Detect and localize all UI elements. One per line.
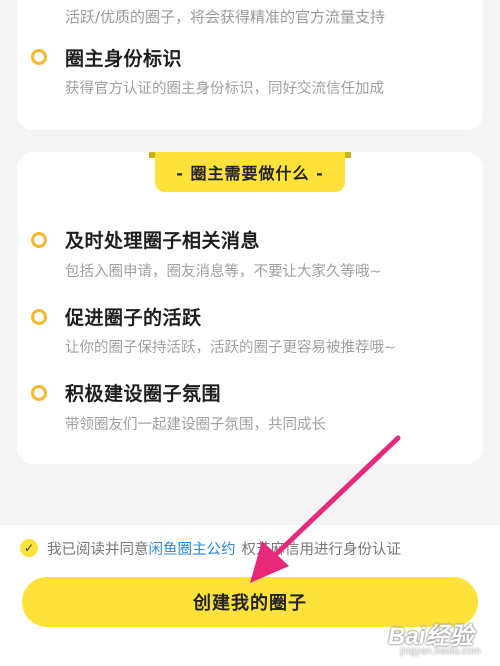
- benefit-title: 圈主身份标识: [65, 48, 183, 70]
- agree-checkbox[interactable]: ✓: [20, 539, 38, 557]
- watermark-sub: jingyan.baidu.com: [400, 646, 481, 657]
- duties-banner: - 圈主需要做什么 -: [149, 152, 351, 192]
- duty-desc: 带领圈友们一起建设圈子氛围，共同成长: [65, 417, 326, 433]
- duties-banner-title: - 圈主需要做什么 -: [176, 164, 324, 183]
- duty-desc: 让你的圈子保持活跃，活跃的圈子更容易被推荐哦~: [65, 340, 397, 356]
- check-icon: ✓: [23, 541, 35, 555]
- benefits-card: 活跃/优质的圈子，将会获得精准的官方流量支持 圈主身份标识 获得官方认证的圈主身…: [17, 0, 483, 130]
- agreement-link[interactable]: 闲鱼圈主公约: [149, 538, 236, 559]
- bullet-circle-icon: [31, 309, 47, 325]
- agreement-suffix: 权芝麻信用进行身份认证: [241, 541, 402, 558]
- bullet-circle-icon: [31, 49, 47, 65]
- duty-title: 及时处理圈子相关消息: [65, 230, 261, 252]
- duty-title: 促进圈子的活跃: [65, 307, 202, 329]
- duty-title: 积极建设圈子氛围: [65, 383, 222, 405]
- agreement-row: ✓ 我已阅读并同意 闲鱼圈主公约 权芝麻信用进行身份认证: [20, 536, 401, 560]
- agreement-prefix: 我已阅读并同意: [47, 541, 149, 558]
- duties-card: - 圈主需要做什么 - 及时处理圈子相关消息 包括入圈申请，圈友消息等，不要让大…: [17, 152, 483, 464]
- benefit-traffic-desc: 活跃/优质的圈子，将会获得精准的官方流量支持: [65, 8, 386, 26]
- benefit-desc: 获得官方认证的圈主身份标识，同好交流信任加成: [65, 81, 384, 97]
- duty-desc: 包括入圈申请，圈友消息等，不要让大家久等哦~: [65, 264, 382, 280]
- watermark-logo: Bai经验 jingyan.baidu.com: [388, 616, 492, 664]
- bullet-circle-icon: [31, 385, 47, 401]
- bullet-circle-icon: [31, 232, 47, 248]
